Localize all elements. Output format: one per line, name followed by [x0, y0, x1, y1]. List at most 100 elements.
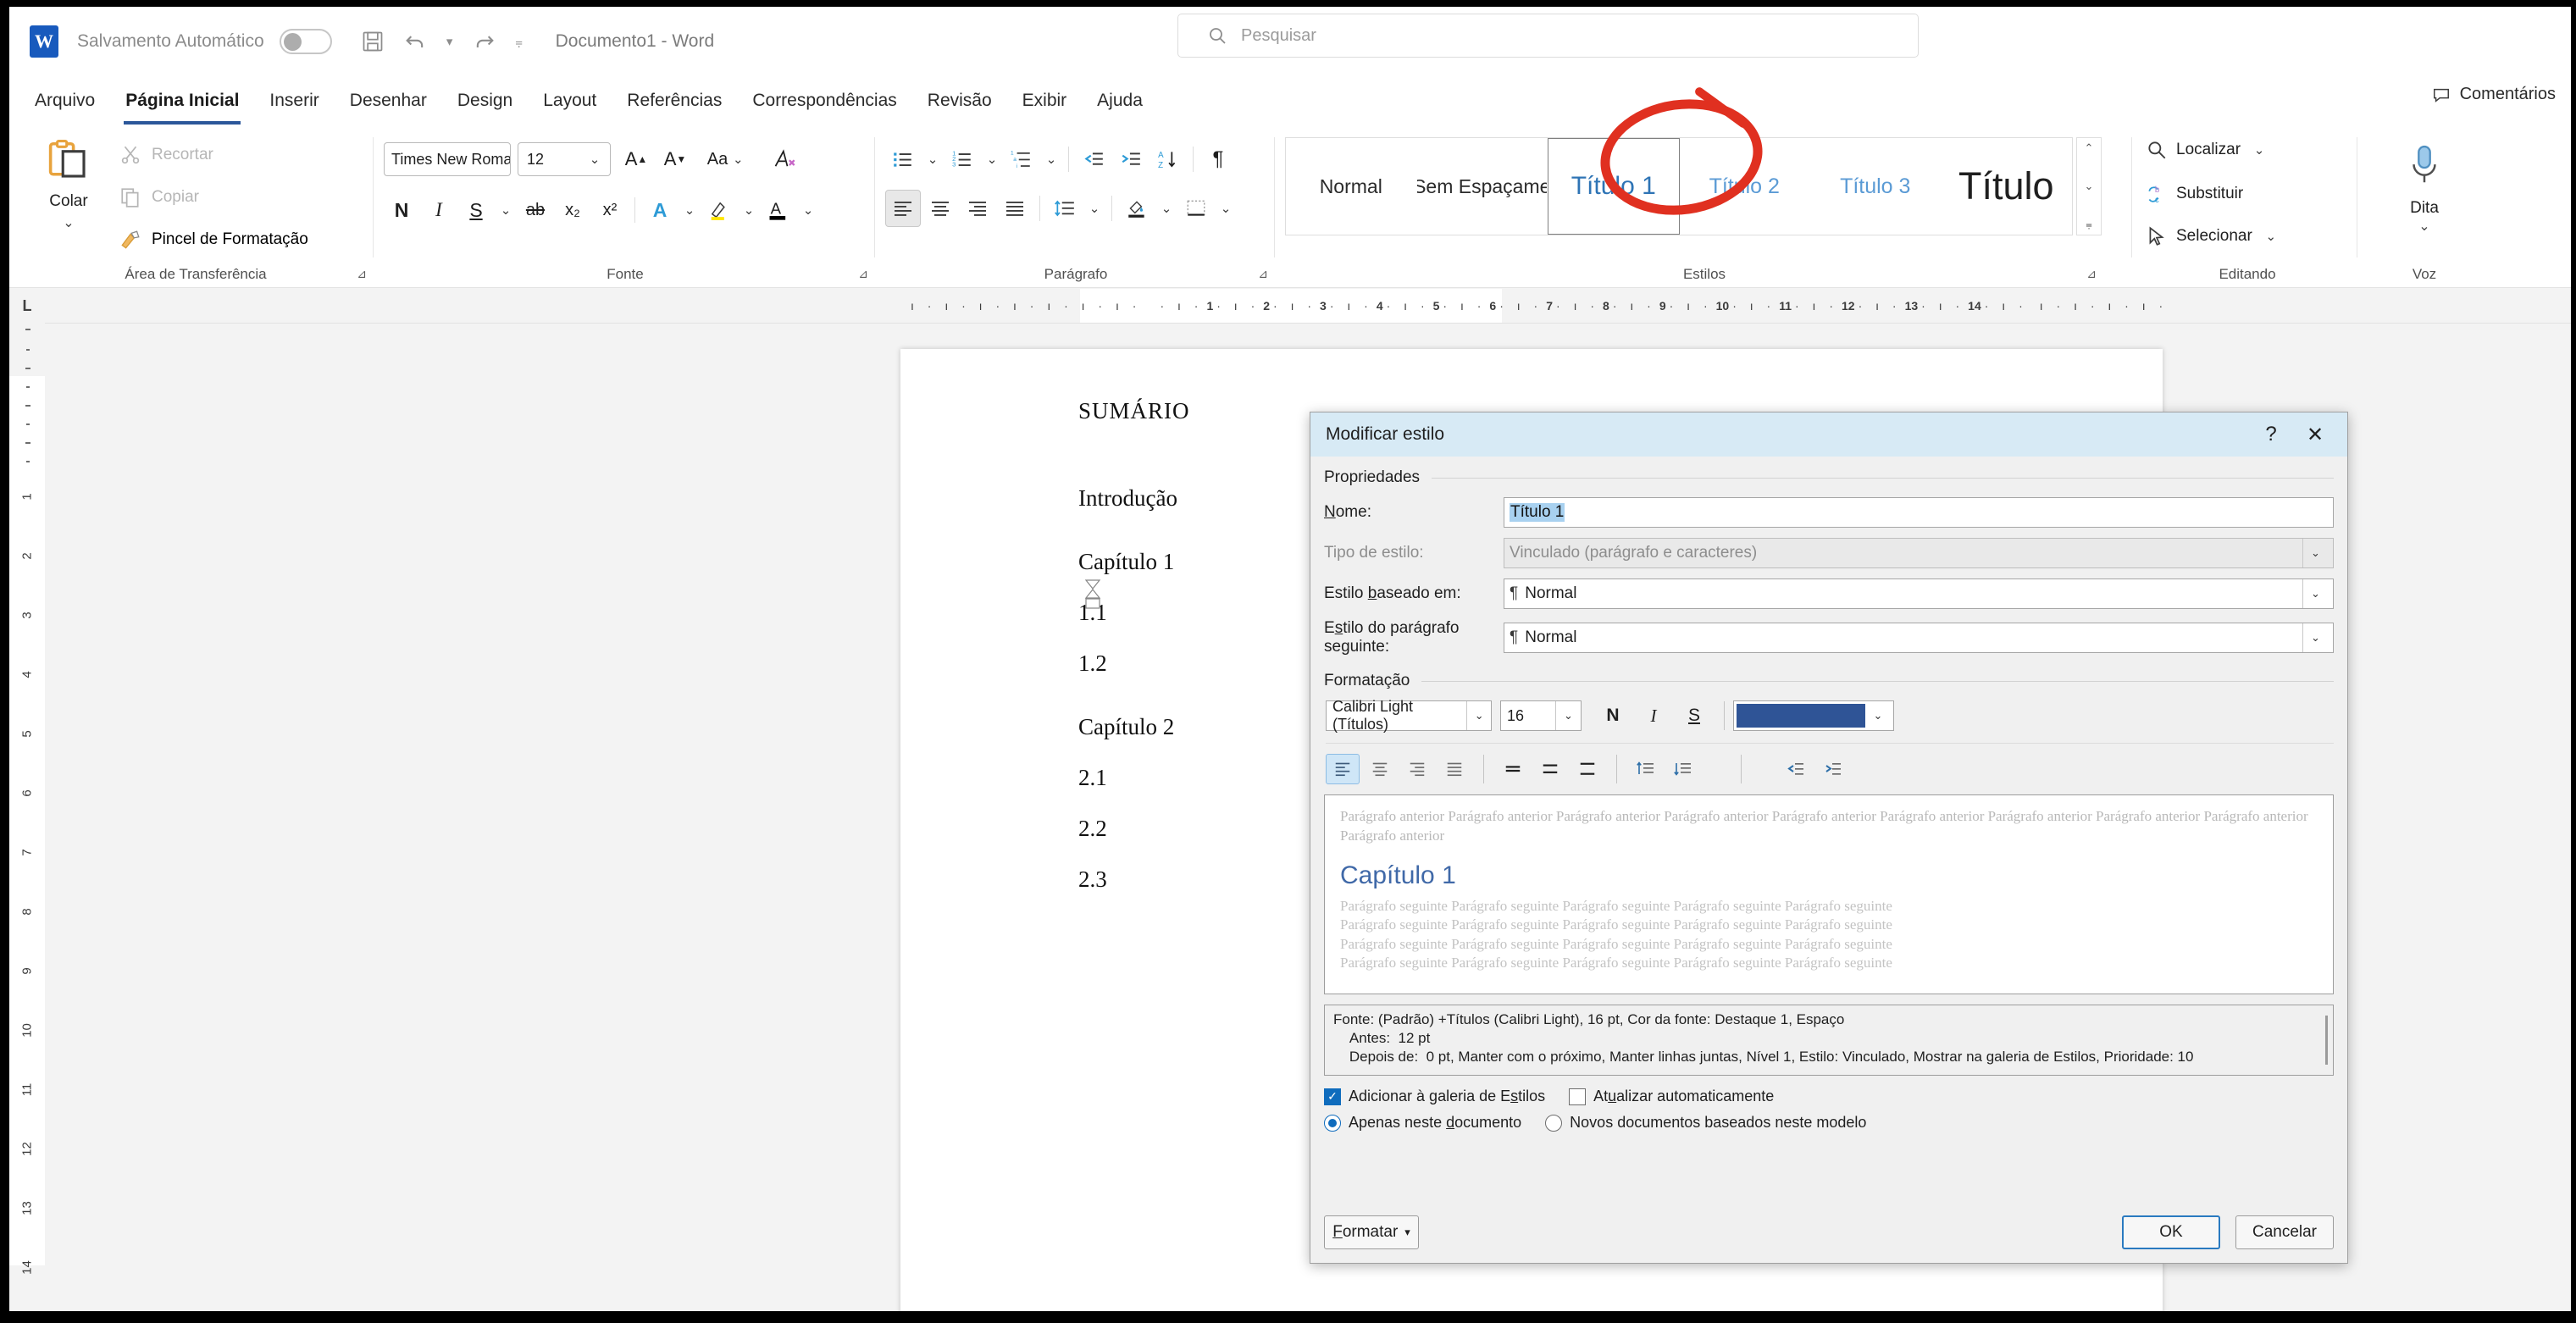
- sort-icon[interactable]: AZ: [1150, 141, 1186, 178]
- highlight-dropdown-icon[interactable]: ⌄: [739, 202, 759, 218]
- format-button[interactable]: Formatar ▾: [1324, 1215, 1419, 1249]
- numbering-icon[interactable]: 123: [945, 141, 980, 178]
- style-titulo-2[interactable]: Título 2: [1680, 138, 1811, 235]
- clear-formatting-icon[interactable]: [765, 144, 804, 174]
- only-this-document-radio[interactable]: [1324, 1114, 1341, 1132]
- tab-correspondencias[interactable]: Correspondências: [737, 86, 911, 116]
- indent-markers[interactable]: [1083, 579, 1102, 610]
- chevron-down-icon[interactable]: ⌄: [1466, 701, 1491, 730]
- change-case-icon[interactable]: Aa ⌄: [702, 144, 753, 174]
- cut-button[interactable]: Recortar: [119, 144, 213, 166]
- paste-button[interactable]: Colar ⌄: [31, 137, 106, 231]
- new-documents-radio[interactable]: [1545, 1114, 1563, 1132]
- borders-icon[interactable]: [1178, 190, 1214, 227]
- tab-ajuda[interactable]: Ajuda: [1082, 86, 1158, 116]
- styles-scroll-down-icon[interactable]: ⌄: [2085, 180, 2094, 193]
- quick-access-more-icon[interactable]: ⩦: [508, 23, 530, 60]
- dialog-increase-indent-icon[interactable]: [1816, 754, 1850, 784]
- next-style-select[interactable]: ¶ Normal ⌄: [1504, 623, 2334, 653]
- select-dropdown-icon[interactable]: ⌄: [2261, 229, 2281, 244]
- dialog-space-after-icon[interactable]: [1666, 754, 1700, 784]
- auto-update-checkbox[interactable]: [1569, 1088, 1587, 1105]
- line-spacing-dropdown-icon[interactable]: ⌄: [1084, 201, 1105, 216]
- bold-button[interactable]: N: [384, 191, 419, 229]
- bullets-icon[interactable]: [885, 141, 921, 178]
- subscript-button[interactable]: x₂: [555, 191, 590, 229]
- dialog-font-size-select[interactable]: 16 ⌄: [1500, 700, 1582, 731]
- font-name-input[interactable]: Times New Roma⌄: [384, 142, 511, 176]
- font-color-dropdown-icon[interactable]: ⌄: [798, 202, 818, 218]
- dialog-italic-button[interactable]: I: [1637, 700, 1670, 731]
- styles-dialog-launcher[interactable]: ⊿: [2086, 267, 2097, 281]
- style-titulo-3[interactable]: Título 3: [1810, 138, 1942, 235]
- redo-icon[interactable]: [466, 23, 503, 60]
- dialog-underline-button[interactable]: S: [1678, 700, 1710, 731]
- undo-icon[interactable]: [396, 23, 434, 60]
- decrease-indent-icon[interactable]: [1076, 141, 1111, 178]
- styles-scroll-up-icon[interactable]: ⌃: [2085, 141, 2094, 155]
- tab-revisao[interactable]: Revisão: [912, 86, 1007, 116]
- text-effects-icon[interactable]: A: [642, 191, 678, 229]
- style-sem-espacamento[interactable]: Sem Espaçame: [1417, 138, 1548, 235]
- paste-dropdown-icon[interactable]: ⌄: [31, 214, 106, 231]
- bullets-dropdown-icon[interactable]: ⌄: [922, 152, 943, 167]
- tab-desenhar[interactable]: Desenhar: [335, 86, 442, 116]
- dictate-dropdown-icon[interactable]: ⌄: [2361, 218, 2488, 235]
- dialog-justify-icon[interactable]: [1438, 754, 1471, 784]
- search-box[interactable]: Pesquisar: [1177, 14, 1919, 58]
- dialog-font-name-select[interactable]: Calibri Light (Títulos) ⌄: [1326, 698, 1492, 733]
- tab-layout[interactable]: Layout: [528, 86, 612, 116]
- chevron-down-icon[interactable]: ⌄: [2302, 623, 2328, 652]
- grow-font-icon[interactable]: A ▲: [619, 144, 653, 174]
- paragraph-dialog-launcher[interactable]: ⊿: [1258, 267, 1268, 281]
- dialog-bold-button[interactable]: N: [1597, 700, 1629, 731]
- dialog-align-left-icon[interactable]: [1326, 754, 1360, 784]
- style-titulo[interactable]: Título: [1942, 138, 2073, 235]
- find-button[interactable]: Localizar ⌄: [2146, 139, 2269, 161]
- save-icon[interactable]: [354, 23, 391, 60]
- font-size-input[interactable]: 12 ⌄: [518, 142, 611, 176]
- multilevel-dropdown-icon[interactable]: ⌄: [1041, 152, 1061, 167]
- autosave-toggle[interactable]: [279, 29, 332, 54]
- multilevel-list-icon[interactable]: 1ai: [1004, 141, 1039, 178]
- numbering-dropdown-icon[interactable]: ⌄: [982, 152, 1002, 167]
- chevron-down-icon[interactable]: ⌄: [1865, 701, 1891, 730]
- horizontal-ruler[interactable]: ı · ı · ı · ı · ı · ı · ı · · ı · 1 · ı …: [9, 288, 2571, 609]
- superscript-button[interactable]: x²: [592, 191, 628, 229]
- dialog-line-spacing-onehalf-icon[interactable]: [1533, 754, 1567, 784]
- format-painter-button[interactable]: Pincel de Formatação: [119, 229, 308, 251]
- shading-icon[interactable]: [1119, 190, 1155, 227]
- font-dialog-launcher[interactable]: ⊿: [858, 267, 868, 281]
- dialog-line-spacing-single-icon[interactable]: [1496, 754, 1530, 784]
- based-on-select[interactable]: ¶ Normal ⌄: [1504, 578, 2334, 609]
- cancel-button[interactable]: Cancelar: [2235, 1215, 2334, 1249]
- show-formatting-marks-icon[interactable]: ¶: [1200, 141, 1236, 178]
- style-normal[interactable]: Normal: [1286, 138, 1417, 235]
- text-effects-dropdown-icon[interactable]: ⌄: [679, 202, 700, 218]
- dialog-align-center-icon[interactable]: [1363, 754, 1397, 784]
- tab-pagina-inicial[interactable]: Página Inicial: [110, 86, 254, 125]
- select-button[interactable]: Selecionar ⌄: [2146, 225, 2281, 247]
- styles-more-icon[interactable]: ⩦: [2086, 218, 2092, 231]
- dialog-font-color-picker[interactable]: ⌄: [1733, 700, 1894, 731]
- comments-button[interactable]: Comentários: [2431, 85, 2556, 104]
- chevron-down-icon[interactable]: ⌄: [1555, 701, 1581, 730]
- tab-inserir[interactable]: Inserir: [254, 86, 334, 116]
- underline-dropdown-icon[interactable]: ⌄: [496, 202, 516, 218]
- chevron-down-icon[interactable]: ⌄: [2302, 579, 2328, 608]
- font-color-icon[interactable]: A: [761, 191, 796, 229]
- dialog-align-right-icon[interactable]: [1400, 754, 1434, 784]
- highlight-icon[interactable]: [701, 191, 737, 229]
- close-icon[interactable]: ✕: [2293, 416, 2337, 453]
- ok-button[interactable]: OK: [2122, 1215, 2220, 1249]
- justify-icon[interactable]: [997, 190, 1033, 227]
- italic-button[interactable]: I: [421, 191, 457, 229]
- help-icon[interactable]: ?: [2249, 416, 2293, 453]
- dictate-button[interactable]: Dita ⌄: [2361, 141, 2488, 235]
- borders-dropdown-icon[interactable]: ⌄: [1216, 201, 1236, 216]
- align-center-icon[interactable]: [922, 190, 958, 227]
- dialog-space-before-icon[interactable]: [1629, 754, 1663, 784]
- copy-button[interactable]: Copiar: [119, 186, 199, 208]
- style-name-input[interactable]: Título 1: [1504, 497, 2334, 528]
- vertical-ruler[interactable]: 1 2 3 4 5 6 7 8 9 10 11 12 13 14: [9, 324, 45, 1311]
